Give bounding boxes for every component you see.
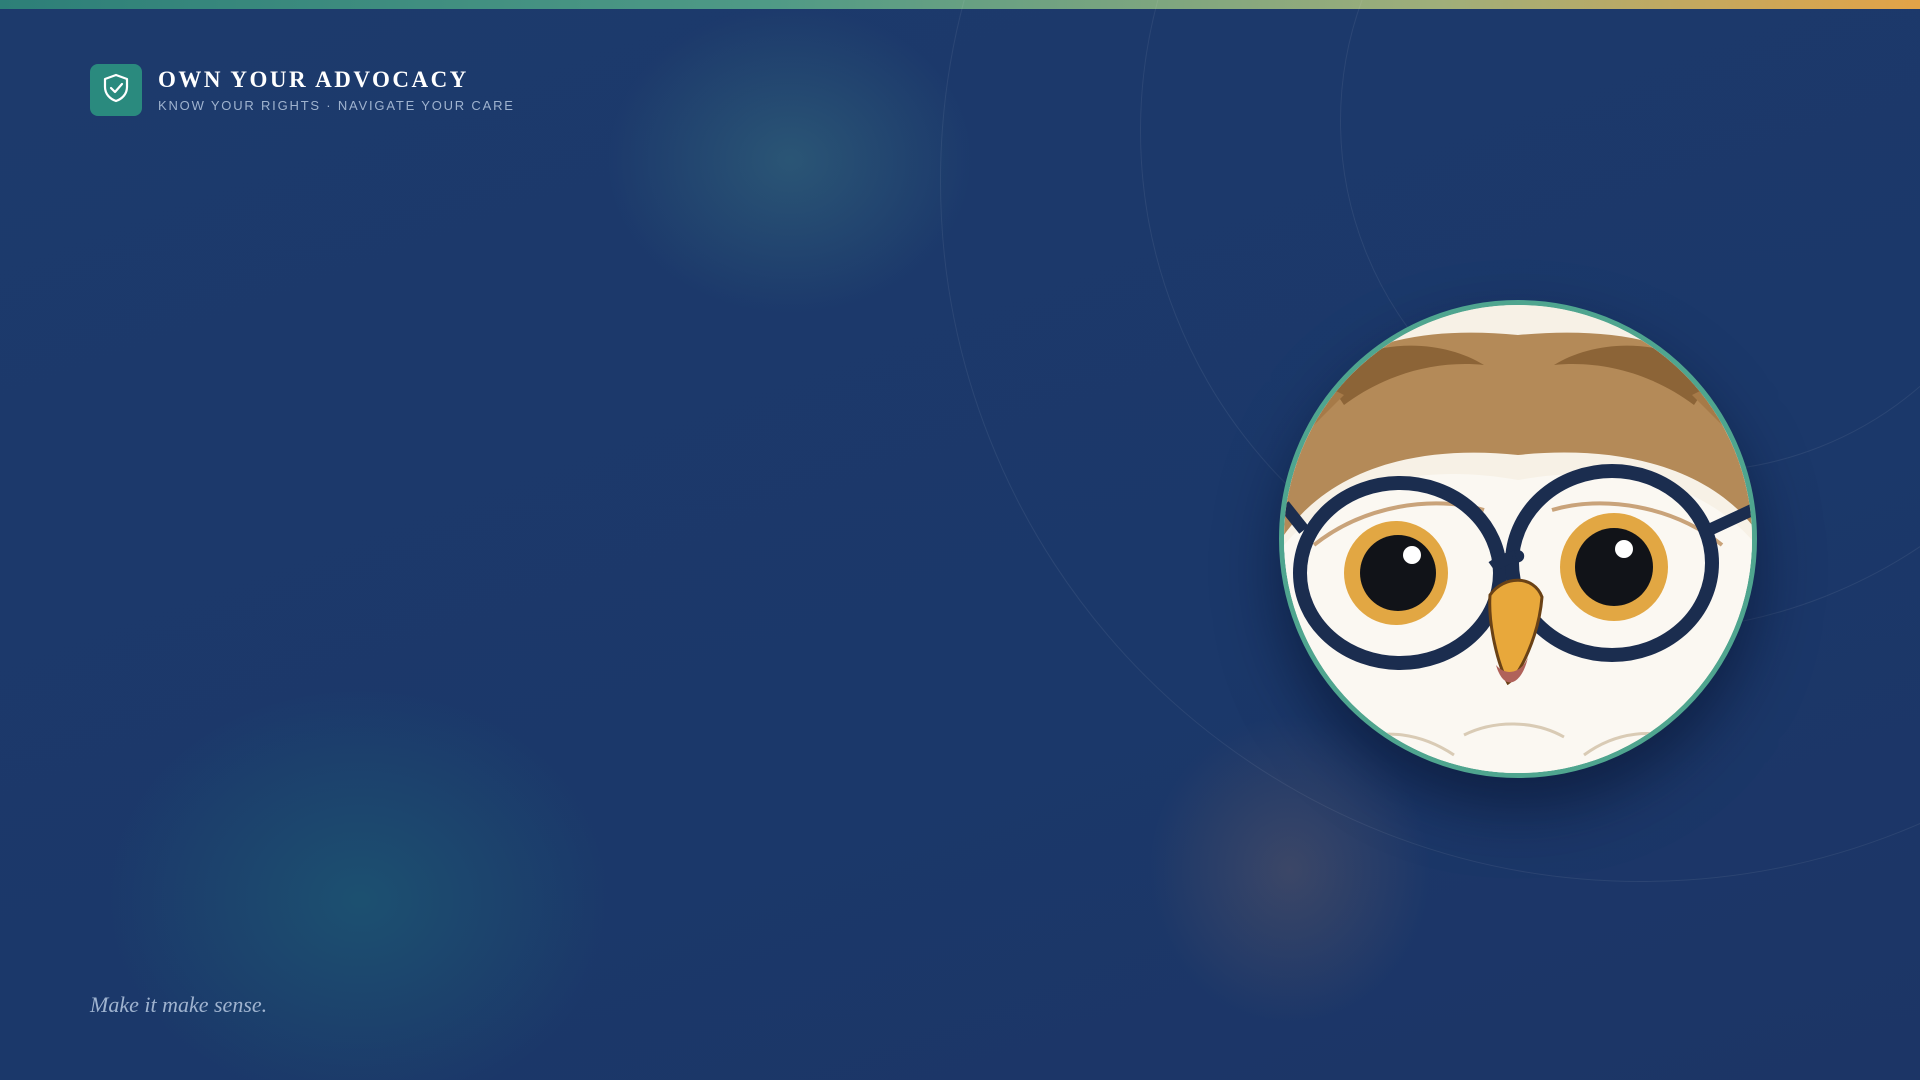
owl-avatar bbox=[1279, 300, 1757, 778]
slide-canvas: OWN YOUR ADVOCACY KNOW YOUR RIGHTS · NAV… bbox=[0, 0, 1920, 1080]
tagline: Make it make sense. bbox=[90, 992, 268, 1017]
brand-subtitle: KNOW YOUR RIGHTS · NAVIGATE YOUR CARE bbox=[158, 97, 515, 113]
shield-check-icon bbox=[102, 73, 130, 108]
brand-header: OWN YOUR ADVOCACY KNOW YOUR RIGHTS · NAV… bbox=[90, 64, 515, 116]
brand-title: OWN YOUR ADVOCACY bbox=[158, 66, 469, 92]
owl-illustration bbox=[1284, 305, 1752, 773]
brand-logo bbox=[90, 64, 142, 116]
